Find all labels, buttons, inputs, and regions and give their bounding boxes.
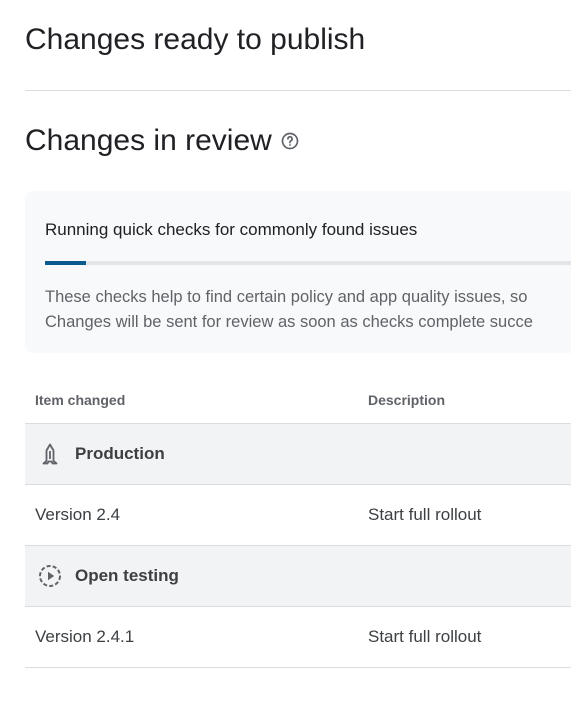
quick-checks-progress-fill xyxy=(45,261,86,265)
help-circle-icon[interactable] xyxy=(280,131,300,151)
group-label-open-testing: Open testing xyxy=(75,566,179,585)
description-cell: Start full rollout xyxy=(368,627,482,646)
open-testing-icon xyxy=(39,565,61,587)
changes-table: Item changed Description Production Vers… xyxy=(25,380,571,668)
column-header-item-changed: Item changed xyxy=(35,392,126,408)
table-row[interactable]: Version 2.4.1 Start full rollout xyxy=(25,607,571,668)
page: Changes ready to publish Changes in revi… xyxy=(0,0,571,702)
item-changed-cell: Version 2.4 xyxy=(35,505,121,524)
description-cell: Start full rollout xyxy=(368,505,482,524)
group-row-open-testing: Open testing xyxy=(25,546,571,607)
table-row[interactable]: Version 2.4 Start full rollout xyxy=(25,485,571,546)
table-header-row: Item changed Description xyxy=(25,380,571,424)
quick-checks-title: Running quick checks for commonly found … xyxy=(45,220,418,239)
quick-checks-description-line2: Changes will be sent for review as soon … xyxy=(45,313,533,331)
production-track-icon xyxy=(42,443,58,465)
column-header-description: Description xyxy=(368,392,446,408)
item-changed-cell: Version 2.4.1 xyxy=(35,627,135,646)
quick-checks-card: Running quick checks for commonly found … xyxy=(25,191,571,353)
changes-in-review-title: Changes in review xyxy=(25,124,272,157)
group-label-production: Production xyxy=(75,444,165,463)
changes-ready-heading: Changes ready to publish xyxy=(25,23,366,56)
changes-in-review-heading: Changes in review xyxy=(25,121,300,161)
section-divider xyxy=(25,90,571,91)
quick-checks-description: These checks help to find certain policy… xyxy=(45,285,533,335)
quick-checks-description-line1: These checks help to find certain policy… xyxy=(45,288,528,306)
quick-checks-progress-bar xyxy=(45,261,571,265)
group-row-production: Production xyxy=(25,424,571,485)
